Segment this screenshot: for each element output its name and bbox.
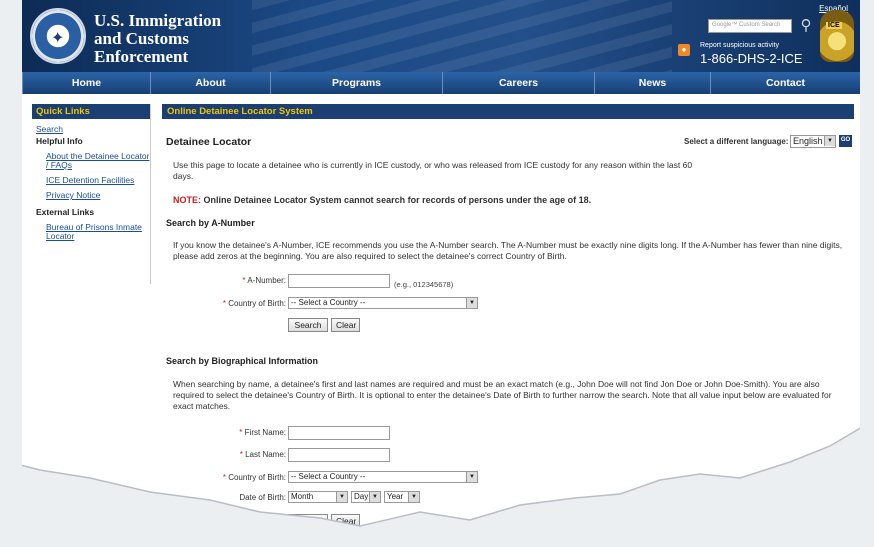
chevron-down-icon: ▼ xyxy=(408,492,419,502)
country-of-birth-select[interactable]: -- Select a Country -- ▼ xyxy=(288,297,478,309)
bio-search-button[interactable]: Search xyxy=(288,514,328,528)
note-text: Online Detainee Locator System cannot se… xyxy=(203,195,592,205)
country-of-birth-label: * Country of Birth: xyxy=(222,299,286,308)
chevron-down-icon: ▼ xyxy=(369,492,380,502)
nav-about[interactable]: About xyxy=(150,72,270,94)
last-name-input[interactable] xyxy=(288,448,390,462)
sidebar-link-privacy-notice[interactable]: Privacy Notice xyxy=(32,185,150,200)
search-icon[interactable]: ⚲ xyxy=(797,17,815,35)
rss-icon[interactable]: ● xyxy=(678,44,690,56)
chevron-down-icon: ▼ xyxy=(336,492,347,502)
anumber-search-button[interactable]: Search xyxy=(288,318,328,332)
country-of-birth-select-2[interactable]: -- Select a Country -- ▼ xyxy=(288,471,478,483)
language-select[interactable]: English ▼ xyxy=(790,135,836,148)
content-title-bar: Online Detainee Locator System xyxy=(162,104,854,119)
page-title: Detainee Locator xyxy=(166,136,252,148)
flag-banner-graphic xyxy=(252,0,672,72)
date-of-birth-label: Date of Birth: xyxy=(239,493,286,502)
quick-links-sidebar: Quick Links Search Helpful Info About th… xyxy=(32,104,151,284)
intro-text: Use this page to locate a detainee who i… xyxy=(173,160,693,181)
sidebar-link-detention-facilities[interactable]: ICE Detention Facilities xyxy=(32,170,150,185)
anumber-clear-button[interactable]: Clear xyxy=(331,318,360,332)
nav-careers[interactable]: Careers xyxy=(442,72,594,94)
ice-badge-logo: ICE xyxy=(820,10,854,62)
nav-home[interactable]: Home xyxy=(22,72,150,94)
sidebar-link-about-detainee-locator[interactable]: About the Detainee Locator / FAQs xyxy=(32,146,150,170)
main-content: Online Detainee Locator System Detainee … xyxy=(162,104,854,544)
note-label: NOTE: xyxy=(173,195,201,205)
site-title-line-2[interactable]: and Customs xyxy=(94,30,189,48)
chevron-down-icon: ▼ xyxy=(824,136,835,146)
anumber-label: * A-Number: xyxy=(242,276,286,285)
anumber-heading: Search by A-Number xyxy=(166,218,255,228)
anumber-example: (e.g., 012345678) xyxy=(394,280,454,289)
last-name-label: * Last Name: xyxy=(239,450,286,459)
nav-programs[interactable]: Programs xyxy=(270,72,442,94)
eagle-icon: ✦ xyxy=(51,30,65,47)
dob-year-select[interactable]: Year ▼ xyxy=(384,491,420,503)
search-input[interactable]: Google™ Custom Search xyxy=(708,19,792,33)
quick-links-title: Quick Links xyxy=(32,104,150,119)
nav-contact[interactable]: Contact xyxy=(710,72,860,94)
biographical-instructions: When searching by name, a detainee's fir… xyxy=(173,379,832,411)
anumber-input[interactable] xyxy=(288,274,390,288)
first-name-label: * First Name: xyxy=(239,428,286,437)
anumber-instructions: If you know the detainee's A-Number, ICE… xyxy=(173,240,843,261)
site-title-line-1[interactable]: U.S. Immigration xyxy=(94,12,221,30)
chevron-down-icon: ▼ xyxy=(466,472,477,482)
biographical-heading: Search by Biographical Information xyxy=(166,356,319,366)
age-note: NOTE: Online Detainee Locator System can… xyxy=(173,195,591,205)
bio-clear-button[interactable]: Clear xyxy=(331,514,360,528)
first-name-input[interactable] xyxy=(288,426,390,440)
language-go-button[interactable]: GO xyxy=(839,135,852,147)
report-phone-number: 1-866-DHS-2-ICE xyxy=(700,51,803,66)
dob-day-select[interactable]: Day ▼ xyxy=(351,491,381,503)
sidebar-link-bureau-of-prisons[interactable]: Bureau of Prisons Inmate Locator xyxy=(32,217,150,241)
language-label: Select a different language: xyxy=(684,137,789,146)
dob-month-select[interactable]: Month ▼ xyxy=(288,491,348,503)
report-activity-label: Report suspicious activity xyxy=(700,42,779,49)
page: ✦ U.S. Immigration and Customs Enforceme… xyxy=(22,0,860,547)
site-header: ✦ U.S. Immigration and Customs Enforceme… xyxy=(22,0,860,72)
dhs-seal-logo[interactable]: ✦ xyxy=(30,8,86,64)
country-of-birth-label-2: * Country of Birth: xyxy=(222,473,286,482)
external-links-heading: External Links xyxy=(36,207,95,217)
sidebar-search-link[interactable]: Search xyxy=(32,119,150,134)
main-nav: Home About Programs Careers News Contact xyxy=(22,72,860,94)
site-title-line-3[interactable]: Enforcement xyxy=(94,48,188,66)
nav-news[interactable]: News xyxy=(594,72,710,94)
helpful-info-heading: Helpful Info xyxy=(36,136,83,146)
chevron-down-icon: ▼ xyxy=(466,298,477,308)
